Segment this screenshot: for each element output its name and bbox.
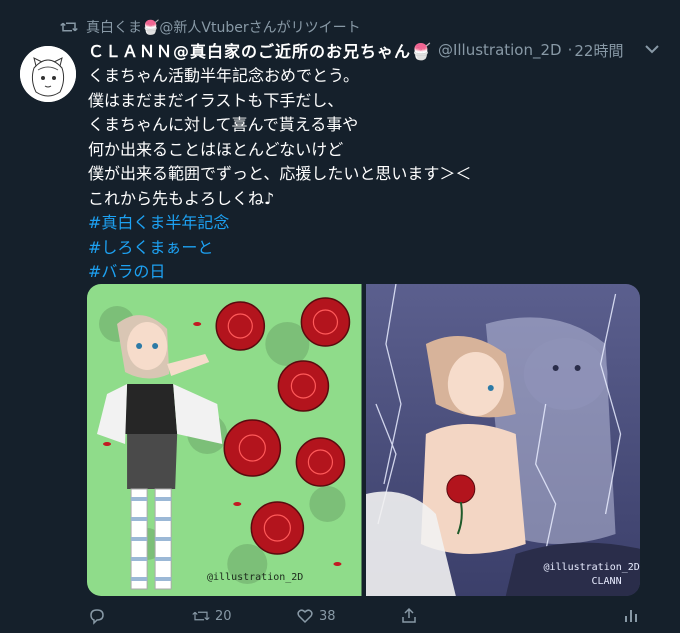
retweet-icon bbox=[60, 22, 78, 32]
tweet-line: これから先もよろしくね♪ bbox=[88, 188, 275, 208]
share-button[interactable] bbox=[400, 607, 504, 625]
hashtag-link[interactable]: #しろくまぁーと bbox=[88, 236, 660, 261]
girl-rose-tattoo-bear-illustration bbox=[365, 284, 640, 596]
retweet-button[interactable]: 20 bbox=[192, 607, 296, 625]
watermark-left: @illustration_2D bbox=[207, 572, 304, 583]
analytics-icon bbox=[625, 610, 637, 622]
tweet-line: くまちゃん活動半年記念おめでとう。 bbox=[88, 66, 360, 85]
hashtag-link[interactable]: #バラの日 bbox=[88, 260, 660, 285]
heart-icon bbox=[297, 609, 313, 624]
separator-dot: · bbox=[567, 41, 573, 59]
like-count: 38 bbox=[319, 608, 336, 624]
media-grid: @illustration_2D @illustration_2D CLANN bbox=[87, 284, 640, 596]
tweet-text: くまちゃん活動半年記念おめでとう。 僕はまだまだイラストも下手だし、 くまちゃん… bbox=[88, 64, 660, 285]
girl-with-roses-illustration bbox=[87, 284, 362, 596]
signature-right: CLANN bbox=[591, 576, 622, 587]
tweet-actions: 20 38 bbox=[88, 604, 640, 628]
chevron-down-icon[interactable] bbox=[644, 42, 660, 56]
tweet-line: 何か出来ることはほとんどないけど bbox=[88, 139, 344, 159]
avatar-sketch bbox=[20, 46, 76, 102]
avatar[interactable] bbox=[20, 46, 76, 102]
reply-icon bbox=[90, 609, 104, 625]
media-image-left[interactable]: @illustration_2D bbox=[87, 284, 362, 596]
user-handle[interactable]: @Illustration_2D bbox=[438, 41, 562, 59]
retweet-count: 20 bbox=[215, 608, 232, 624]
media-image-right[interactable]: @illustration_2D CLANN bbox=[365, 284, 640, 596]
like-button[interactable]: 38 bbox=[296, 607, 400, 625]
analytics-button[interactable] bbox=[622, 607, 640, 625]
timestamp[interactable]: 22時間 bbox=[574, 40, 623, 61]
tweet-line: 僕が出来る範囲でずっと、応援したいと思います＞＜ bbox=[88, 164, 472, 183]
tweet-line: 僕はまだまだイラストも下手だし、 bbox=[88, 90, 344, 110]
tweet-header: ＣＬＡＮＮ@真白家のご近所のお兄ちゃん🍧 @Illustration_2D · … bbox=[88, 38, 660, 62]
watermark-right: @illustration_2D bbox=[543, 562, 640, 573]
hashtag-link[interactable]: #真白くま半年記念 bbox=[88, 211, 660, 236]
retweet-icon bbox=[192, 611, 210, 621]
retweet-banner-text: 真白くま🍧@新人Vtuberさんがリツイート bbox=[86, 20, 361, 36]
share-icon bbox=[402, 607, 416, 623]
reply-button[interactable] bbox=[88, 607, 192, 625]
tweet-line: くまちゃんに対して喜んで貰える事や bbox=[88, 115, 359, 134]
display-name[interactable]: ＣＬＡＮＮ@真白家のご近所のお兄ちゃん🍧 bbox=[88, 38, 432, 62]
retweet-banner[interactable]: 真白くま🍧@新人Vtuberさんがリツイート bbox=[60, 16, 361, 38]
